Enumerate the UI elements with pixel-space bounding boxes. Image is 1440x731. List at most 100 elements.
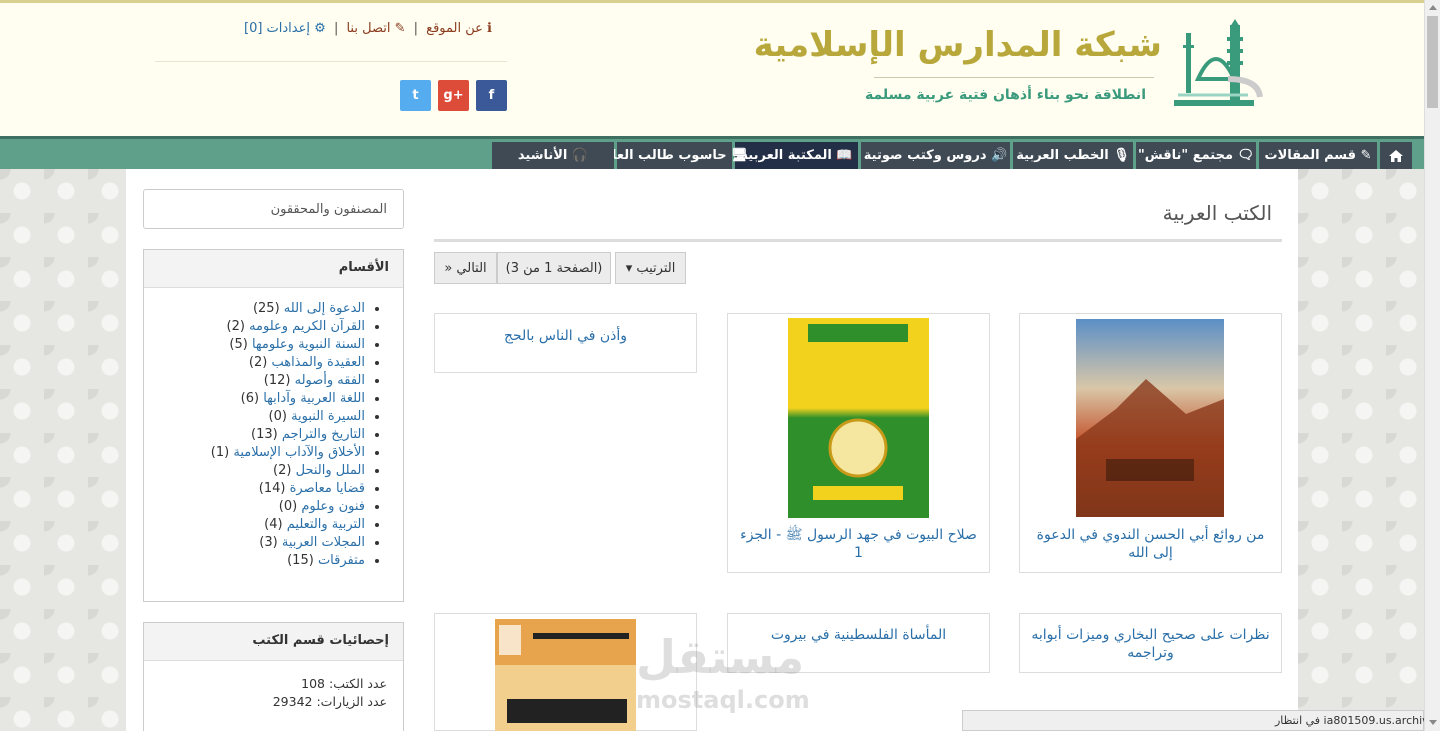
book-card[interactable]: صلاح البيوت في جهد الرسول ﷺ - الجزء 1	[727, 313, 990, 573]
sort-dropdown[interactable]: الترتيب ▾	[615, 252, 686, 284]
mosque-logo-icon[interactable]	[1168, 19, 1264, 119]
list-item[interactable]: السنة النبوية وعلومها (5)	[144, 336, 365, 354]
categories-title: الأقسام	[144, 250, 403, 288]
nav-articles[interactable]: ✎ قسم المقالات	[1259, 142, 1377, 169]
list-item[interactable]: الأخلاق والآداب الإسلامية (1)	[144, 444, 365, 462]
list-item[interactable]: المجلات العربية (3)	[144, 534, 365, 552]
watermark-logo: مستقل	[636, 630, 805, 684]
category-count: (25)	[252, 301, 280, 316]
list-item[interactable]: قضايا معاصرة (14)	[144, 480, 365, 498]
nav-home[interactable]	[1380, 142, 1412, 169]
category-link[interactable]: الفقه وأصوله	[295, 373, 365, 388]
category-link[interactable]: التربية والتعليم	[287, 517, 365, 532]
stats-visits: عدد الزيارات: 29342	[272, 694, 387, 709]
scroll-up-icon[interactable]	[1429, 5, 1437, 10]
twitter-icon[interactable]: t	[400, 80, 431, 111]
nav-community[interactable]: 🗨 مجتمع "ناقش"	[1136, 142, 1256, 169]
book-cover-image[interactable]	[788, 318, 929, 518]
category-link[interactable]: قضايا معاصرة	[290, 481, 365, 496]
category-count: (2)	[273, 463, 292, 478]
gear-icon: ⚙	[314, 21, 326, 36]
page-indicator: (الصفحة 1 من 3)	[497, 252, 611, 284]
category-link[interactable]: السيرة النبوية	[291, 409, 365, 424]
book-card[interactable]: من روائع أبي الحسن الندوي في الدعوة إلى …	[1019, 313, 1282, 573]
category-link[interactable]: السنة النبوية وعلومها	[252, 337, 365, 352]
book-card[interactable]: وأذن في الناس بالحج	[434, 313, 697, 373]
category-link[interactable]: القرآن الكريم وعلومه	[249, 319, 365, 334]
googleplus-icon[interactable]: g+	[438, 80, 469, 111]
category-link[interactable]: العقيدة والمذاهب	[271, 355, 365, 370]
category-link[interactable]: الملل والنحل	[296, 463, 365, 478]
browser-status-bar: في انتظار ia801509.us.archive.org...	[962, 710, 1440, 731]
stats-content: عدد الكتب: 108 عدد الزيارات: 29342	[144, 661, 403, 711]
category-count: (3)	[259, 535, 278, 550]
list-item[interactable]: الملل والنحل (2)	[144, 462, 365, 480]
top-links: ℹ عن الموقع | ✎ اتصل بنا | ⚙ إعدادات [0]	[244, 21, 492, 36]
list-item[interactable]: الفقه وأصوله (12)	[144, 372, 365, 390]
watermark-text: mostaql.com	[636, 686, 810, 714]
category-count: (4)	[264, 517, 283, 532]
scrollbar-thumb[interactable]	[1427, 16, 1438, 108]
contact-link[interactable]: اتصل بنا	[346, 21, 390, 36]
next-page-button[interactable]: التالي «	[434, 252, 497, 284]
category-count: (13)	[251, 427, 278, 442]
book-card[interactable]: نظرات على صحيح البخاري وميزات أبوابه وتر…	[1019, 613, 1282, 673]
list-item[interactable]: متفرقات (15)	[144, 552, 365, 570]
list-item[interactable]: التاريخ والتراجم (13)	[144, 426, 365, 444]
list-item[interactable]: السيرة النبوية (0)	[144, 408, 365, 426]
list-item[interactable]: اللغة العربية وآدابها (6)	[144, 390, 365, 408]
category-link[interactable]: اللغة العربية وآدابها	[263, 391, 365, 406]
nav-student-computer[interactable]: 🖥 حاسوب طالب العلم	[601, 142, 748, 169]
info-icon: ℹ	[487, 21, 492, 36]
book-title[interactable]: وأذن في الناس بالحج	[445, 327, 686, 345]
category-count: (0)	[278, 499, 298, 514]
nav-audio-lessons[interactable]: 🔊 دروس وكتب صوتية	[861, 142, 1010, 169]
bg-pattern-right	[1298, 169, 1424, 731]
nav-nasheeds[interactable]: 🎧 الأناشيد	[492, 142, 614, 169]
logo-divider	[874, 77, 1154, 78]
list-item[interactable]: الدعوة إلى الله (25)	[144, 300, 365, 318]
category-count: (14)	[258, 481, 286, 496]
settings-link[interactable]: إعدادات [0]	[244, 21, 310, 36]
stats-books: عدد الكتب: 108	[301, 676, 387, 691]
list-item[interactable]: القرآن الكريم وعلومه (2)	[144, 318, 365, 336]
bg-pattern-left	[0, 169, 126, 731]
scroll-down-icon[interactable]	[1429, 720, 1437, 725]
nav-arabic-library[interactable]: 📖 المكتبة العربية	[735, 142, 858, 169]
book-title[interactable]: صلاح البيوت في جهد الرسول ﷺ - الجزء 1	[738, 526, 979, 562]
book-cover-image[interactable]	[1076, 319, 1224, 517]
book-title[interactable]: نظرات على صحيح البخاري وميزات أبوابه وتر…	[1030, 626, 1271, 662]
vertical-scrollbar[interactable]	[1424, 0, 1440, 731]
category-link[interactable]: فنون وعلوم	[301, 499, 365, 514]
category-link[interactable]: التاريخ والتراجم	[282, 427, 365, 442]
book-cover-image[interactable]	[495, 619, 636, 731]
category-link[interactable]: المجلات العربية	[282, 535, 365, 550]
home-icon	[1389, 149, 1403, 162]
stats-title: إحصائيات قسم الكتب	[144, 623, 403, 661]
category-link[interactable]: متفرقات	[318, 553, 365, 568]
site-header: شبكة المدارس الإسلامية انطلاقة نحو بناء …	[0, 3, 1424, 136]
authors-link[interactable]: المصنفون والمحققون	[144, 190, 403, 217]
facebook-icon[interactable]: f	[476, 80, 507, 111]
site-title[interactable]: شبكة المدارس الإسلامية	[754, 25, 1163, 65]
about-link[interactable]: عن الموقع	[426, 21, 483, 36]
main-nav: ✎ قسم المقالات 🗨 مجتمع "ناقش" 🎙 الخطب ال…	[0, 136, 1424, 169]
category-count: (1)	[210, 445, 230, 460]
list-item[interactable]: التربية والتعليم (4)	[144, 516, 365, 534]
category-link[interactable]: الأخلاق والآداب الإسلامية	[233, 445, 365, 460]
category-count: (2)	[248, 355, 268, 370]
stats-box: إحصائيات قسم الكتب عدد الكتب: 108 عدد ال…	[143, 622, 404, 731]
category-count: (2)	[226, 319, 245, 334]
category-link[interactable]: الدعوة إلى الله	[284, 301, 365, 316]
category-count: (5)	[229, 337, 248, 352]
book-title[interactable]: من روائع أبي الحسن الندوي في الدعوة إلى …	[1030, 526, 1271, 562]
category-count: (0)	[268, 409, 287, 424]
list-item[interactable]: فنون وعلوم (0)	[144, 498, 365, 516]
separator: |	[413, 21, 419, 36]
authors-box[interactable]: المصنفون والمحققون	[143, 189, 404, 229]
category-count: (15)	[287, 553, 314, 568]
list-item[interactable]: العقيدة والمذاهب (2)	[144, 354, 365, 372]
page-title: الكتب العربية	[1162, 201, 1272, 225]
nav-sermons[interactable]: 🎙 الخطب العربية	[1013, 142, 1133, 169]
categories-list: الدعوة إلى الله (25) القرآن الكريم وعلوم…	[144, 288, 403, 570]
